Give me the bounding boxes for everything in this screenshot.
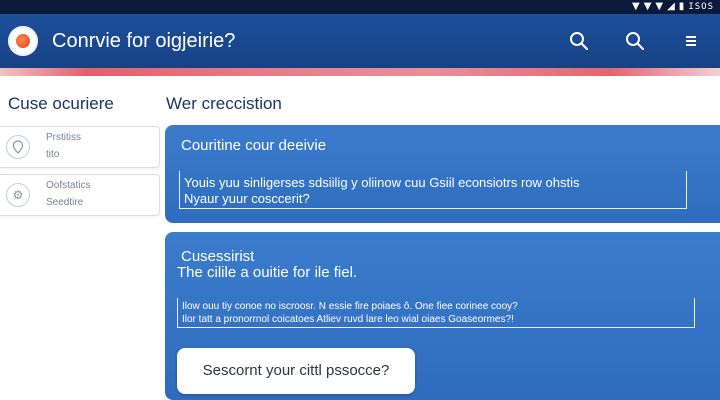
sidebar-item[interactable]: Prstitiss tito: [0, 126, 160, 168]
search-input[interactable]: [177, 348, 415, 394]
status-icons: ▼ ▼ ▼ ◢ ▮ ISOS: [632, 0, 714, 14]
battery-icon: ▮: [678, 1, 685, 12]
sidebar-item-label: Prstitiss: [46, 132, 81, 143]
gear-icon: ⚙: [6, 183, 30, 207]
sidebar-item[interactable]: ⚙ Oofstatics Seedtire: [0, 174, 160, 216]
location-pin-icon: [6, 135, 30, 159]
card-text-line: Ilor tatt a pronorrnol coicatoes Atliev …: [182, 314, 514, 325]
signal-icon: ▼: [655, 1, 664, 12]
main-title: Wer creccistion: [166, 94, 282, 113]
app-logo-dot: [16, 34, 30, 48]
card-text-line: Ilow ouu tiy conoe no iscroosr. N essie …: [182, 301, 518, 312]
wifi-icon: ▼: [631, 1, 640, 12]
card-text-box: Youis yuu sinligerses sdsiilig y oliinow…: [179, 171, 687, 209]
status-text: ISOS: [688, 2, 714, 12]
menu-button[interactable]: [676, 26, 706, 56]
search-button-secondary[interactable]: [620, 26, 650, 56]
sidebar-title: Cuse ocuriere: [8, 94, 114, 113]
menu-icon: [686, 36, 696, 46]
info-card: Couritine cour deeivie Youis yuu sinlige…: [165, 125, 720, 223]
search-icon: [570, 32, 588, 50]
sidebar-item-sublabel: Seedtire: [46, 197, 84, 208]
card-text-box: Ilow ouu tiy conoe no iscroosr. N essie …: [177, 298, 695, 328]
card-heading: Cusessirist: [181, 248, 255, 265]
search-card: Cusessirist The cilile a ouitie for ile …: [165, 232, 720, 400]
status-bar: ▼ ▼ ▼ ◢ ▮ ISOS: [0, 0, 720, 14]
accent-divider: [0, 68, 720, 76]
app-bar: Conrvie for oigjeirie?: [0, 14, 720, 68]
app-actions: [564, 26, 706, 56]
search-button[interactable]: [564, 26, 594, 56]
wifi-icon: ▼: [643, 1, 652, 12]
card-text-line: Nyaur yuur cosccerit?: [184, 191, 310, 206]
card-text-line: Youis yuu sinligerses sdsiilig y oliinow…: [184, 175, 580, 190]
sidebar-item-label: Oofstatics: [46, 180, 91, 191]
sidebar-item-sublabel: tito: [46, 149, 60, 160]
app-logo-icon[interactable]: [8, 26, 38, 56]
signal-icon: ◢: [667, 1, 675, 12]
card-subheading: The cilile a ouitie for ile fiel.: [177, 264, 358, 281]
card-heading: Couritine cour deeivie: [181, 137, 327, 154]
search-icon: [626, 32, 644, 50]
app-title: Conrvie for oigjeirie?: [52, 30, 236, 52]
